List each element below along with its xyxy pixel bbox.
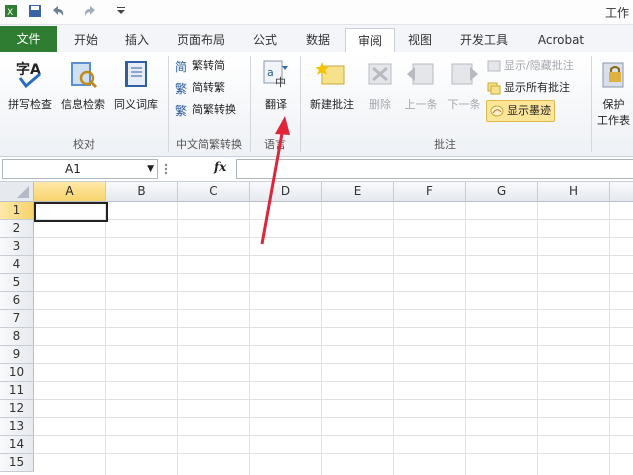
annotation-arrow [260,116,290,245]
